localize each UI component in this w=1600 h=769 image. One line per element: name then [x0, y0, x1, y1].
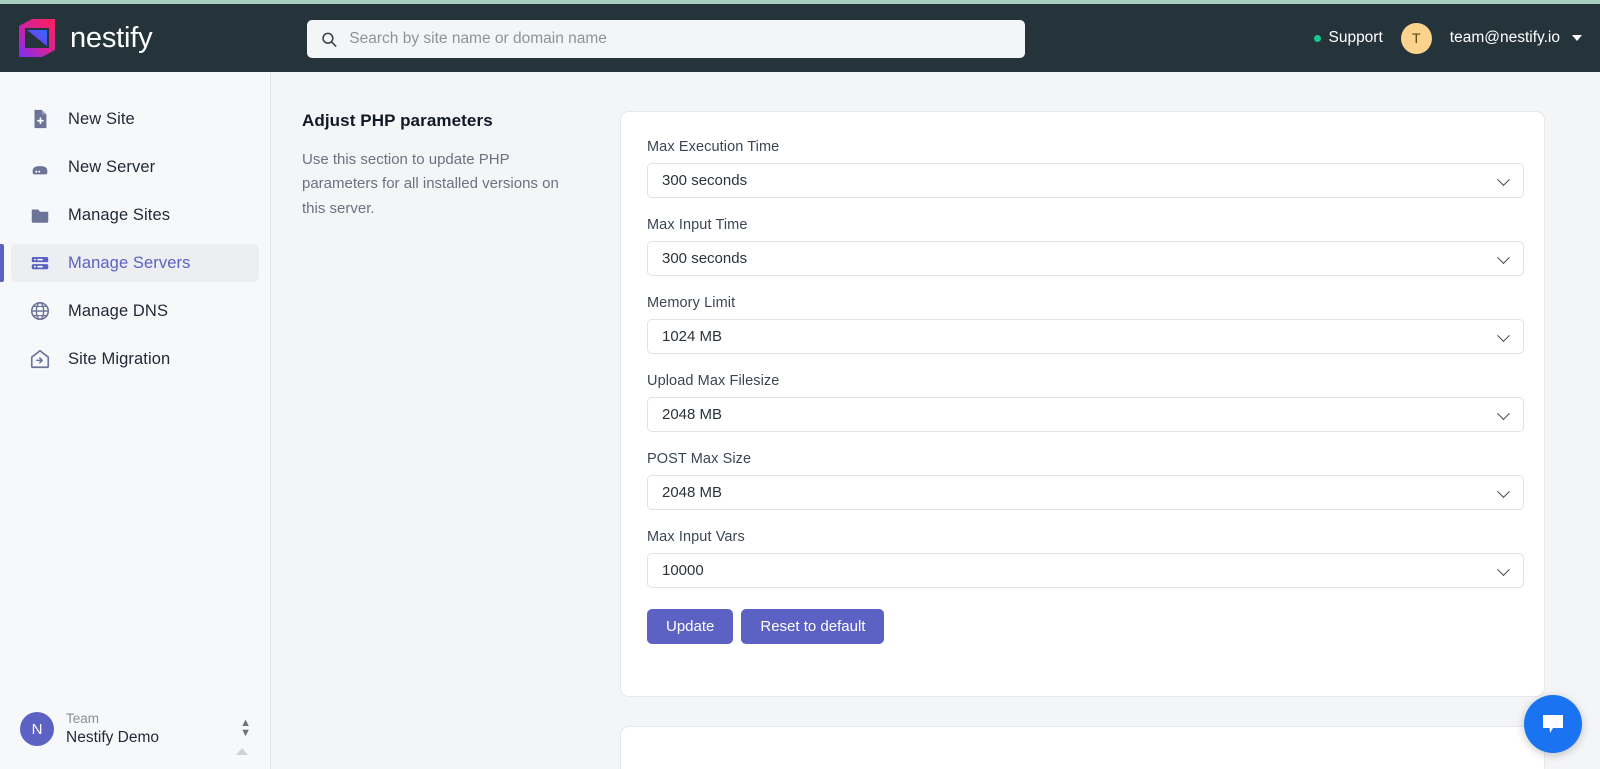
field-upload-max-filesize: Upload Max Filesize 2048 MB [647, 373, 1524, 432]
sidebar-item-label: New Server [68, 157, 156, 176]
memory-limit-select[interactable]: 1024 MB [647, 319, 1524, 354]
max-input-time-select[interactable]: 300 seconds [647, 241, 1524, 276]
field-label: Max Execution Time [647, 139, 780, 155]
chevron-down-icon [1497, 562, 1510, 576]
sidebar-item-site-migration[interactable]: Site Migration [11, 340, 259, 378]
field-label: Max Input Vars [647, 529, 745, 545]
chat-widget-button[interactable] [1524, 695, 1582, 753]
form-actions: Update Reset to default [647, 609, 1516, 644]
brand-name: nestify [70, 21, 153, 54]
field-max-input-time: Max Input Time 300 seconds [647, 217, 1524, 276]
sidebar-item-label: Site Migration [68, 349, 171, 368]
search-icon [322, 32, 337, 47]
sidebar-collapse-icon[interactable] [236, 748, 248, 755]
sidebar-item-label: Manage Sites [68, 205, 171, 224]
max-input-vars-select[interactable]: 10000 [647, 553, 1524, 588]
select-value: 2048 MB [662, 484, 723, 501]
team-kicker: Team [66, 710, 100, 726]
field-label: Upload Max Filesize [647, 373, 780, 389]
main-content: Adjust PHP parameters Use this section t… [271, 72, 1600, 769]
field-label: POST Max Size [647, 451, 752, 467]
chevron-down-icon[interactable] [1572, 35, 1582, 41]
select-value: 2048 MB [662, 406, 723, 423]
field-post-max-size: POST Max Size 2048 MB [647, 451, 1524, 510]
chat-bubble-icon [1543, 715, 1563, 733]
select-value: 1024 MB [662, 328, 723, 345]
select-value: 300 seconds [662, 250, 748, 267]
sidebar-item-manage-dns[interactable]: Manage DNS [11, 292, 259, 330]
servers-stack-icon [31, 257, 49, 270]
max-execution-time-select[interactable]: 300 seconds [647, 163, 1524, 198]
select-value: 10000 [662, 562, 704, 579]
section-description: Adjust PHP parameters Use this section t… [302, 111, 572, 221]
sidebar: New Site New Server Manage Sites Manage … [0, 72, 271, 769]
folder-icon [31, 209, 49, 223]
search-input[interactable] [349, 30, 1011, 48]
avatar[interactable]: T [1400, 22, 1432, 54]
chevron-down-icon [1497, 250, 1510, 264]
globe-icon [30, 301, 50, 321]
house-arrow-icon [30, 349, 50, 369]
team-switcher[interactable]: N Team Nestify Demo ▲ ▼ [0, 700, 271, 758]
field-memory-limit: Memory Limit 1024 MB [647, 295, 1524, 354]
chevron-down-icon [1497, 328, 1510, 342]
server-icon [32, 166, 48, 175]
field-max-execution-time: Max Execution Time 300 seconds [647, 139, 1524, 198]
sidebar-item-label: Manage DNS [68, 301, 169, 320]
section-subtitle: Use this section to update PHP parameter… [302, 151, 559, 217]
sidebar-nav-list: New Site New Server Manage Sites Manage … [0, 72, 270, 378]
next-card-partial [620, 726, 1545, 769]
select-value: 300 seconds [662, 172, 748, 189]
php-parameters-form: Max Execution Time 300 seconds Max Input… [621, 112, 1544, 644]
support-status-dot [1314, 34, 1322, 42]
chevron-down-icon [1497, 172, 1510, 186]
search-bar[interactable] [307, 20, 1025, 58]
support-label: Support [1328, 29, 1383, 46]
sidebar-item-new-site[interactable]: New Site [11, 100, 259, 138]
chevron-down-icon [1497, 484, 1510, 498]
sidebar-item-label: New Site [68, 109, 135, 128]
page-title: Adjust PHP parameters [302, 111, 493, 130]
chevron-down-icon [1497, 406, 1510, 420]
upload-max-filesize-select[interactable]: 2048 MB [647, 397, 1524, 432]
team-avatar: N [20, 712, 54, 746]
navbar-right-group: Support T team@nestify.io [1314, 4, 1582, 72]
file-plus-icon [34, 109, 47, 129]
support-link[interactable]: Support [1314, 29, 1383, 47]
user-email[interactable]: team@nestify.io [1450, 29, 1560, 47]
team-name: Nestify Demo [66, 728, 160, 746]
up-down-chevrons-icon[interactable]: ▲ ▼ [240, 718, 251, 738]
reset-to-default-button[interactable]: Reset to default [741, 609, 885, 644]
brand-logo[interactable]: nestify [16, 17, 153, 59]
nestify-logo-icon [19, 19, 55, 57]
sidebar-item-manage-servers[interactable]: Manage Servers [0, 244, 259, 282]
sidebar-item-new-server[interactable]: New Server [11, 148, 259, 186]
sidebar-item-manage-sites[interactable]: Manage Sites [11, 196, 259, 234]
sidebar-item-label: Manage Servers [68, 253, 191, 272]
field-max-input-vars: Max Input Vars 10000 [647, 529, 1524, 588]
field-label: Max Input Time [647, 217, 748, 233]
post-max-size-select[interactable]: 2048 MB [647, 475, 1524, 510]
update-button[interactable]: Update [647, 609, 734, 644]
php-parameters-card: Max Execution Time 300 seconds Max Input… [620, 111, 1545, 697]
field-label: Memory Limit [647, 295, 736, 311]
top-navbar: nestify Support T team@nestify.io [0, 4, 1600, 72]
team-text-group: Team Nestify Demo [66, 711, 159, 747]
